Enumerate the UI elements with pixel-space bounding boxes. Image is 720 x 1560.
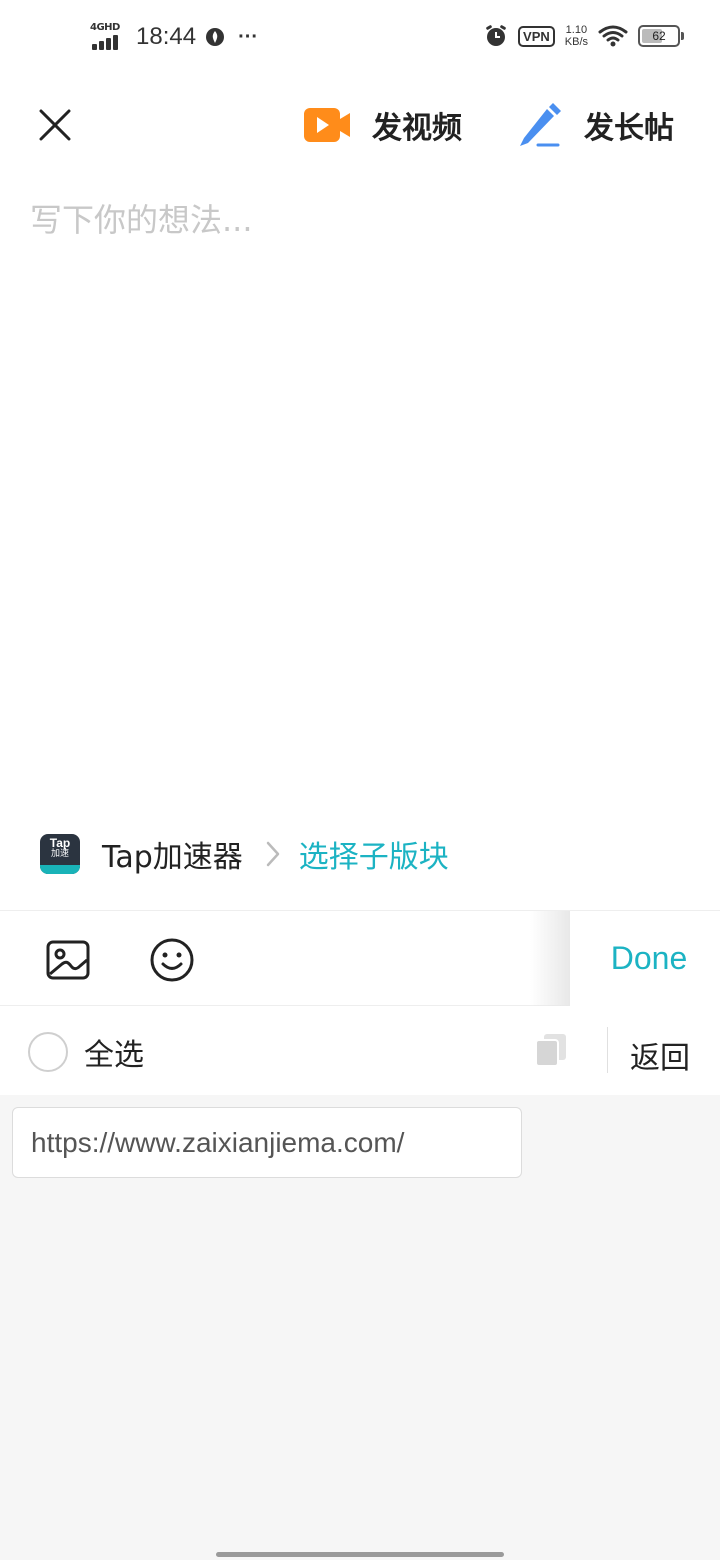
pen-icon	[520, 103, 561, 147]
clipboard-item-text: https://www.zaixianjiema.com/	[31, 1126, 405, 1158]
video-camera-icon	[304, 108, 350, 142]
chevron-right-icon	[266, 841, 280, 867]
divider	[607, 1027, 608, 1073]
post-video-button[interactable]: 发视频	[302, 100, 462, 150]
network-speed: 1.10 KB/s	[565, 24, 588, 48]
long-post-button[interactable]: 发长帖	[514, 100, 674, 150]
insert-emoji-button[interactable]	[148, 936, 196, 984]
select-all-toggle[interactable]: 全选	[28, 1030, 144, 1074]
clipboard-list: https://www.zaixianjiema.com/	[0, 1095, 720, 1560]
select-all-label: 全选	[84, 1038, 144, 1073]
more-indicator: ···	[238, 25, 259, 48]
done-shadow	[530, 911, 570, 1006]
clipboard-item[interactable]: https://www.zaixianjiema.com/	[12, 1107, 522, 1178]
clipboard-header: 全选 返回	[0, 1007, 720, 1095]
status-left: 4GHD 18:44 ···	[90, 22, 258, 52]
alarm-icon	[486, 25, 506, 46]
back-button[interactable]: 返回	[630, 1033, 690, 1077]
forum-selector[interactable]: Tap 加速 Tap加速器 选择子版块	[40, 832, 449, 876]
forum-logo: Tap 加速	[40, 834, 80, 874]
battery-level: 62	[652, 29, 666, 43]
close-icon	[39, 109, 71, 141]
status-bar: 4GHD 18:44 ··· VPN 1.10 KB/s 62	[0, 0, 720, 80]
forum-name: Tap加速器	[102, 840, 243, 875]
emoji-icon	[150, 938, 194, 982]
status-right: VPN 1.10 KB/s 62	[484, 24, 684, 48]
vpn-badge: VPN	[518, 25, 555, 47]
network-type: 4GHD	[90, 22, 120, 33]
close-button[interactable]	[30, 100, 80, 150]
compose-area	[30, 195, 690, 795]
forum-logo-line1: Tap	[49, 836, 71, 850]
speed-value: 1.10	[565, 24, 588, 36]
input-toolbar: Done	[0, 910, 720, 1006]
wifi-icon	[598, 25, 628, 47]
done-button[interactable]: Done	[611, 940, 688, 977]
select-all-radio[interactable]	[28, 1032, 68, 1072]
cell-signal-icon: 4GHD	[90, 22, 128, 52]
forum-logo-line2: 加速	[50, 849, 69, 859]
speed-unit: KB/s	[564, 36, 588, 48]
home-indicator[interactable]	[216, 1552, 504, 1557]
image-icon	[46, 940, 90, 980]
battery-icon: 62	[638, 25, 684, 47]
select-subforum-link[interactable]: 选择子版块	[299, 832, 449, 876]
compose-input[interactable]	[30, 195, 690, 795]
copy-icon[interactable]	[532, 1031, 570, 1069]
long-post-label: 发长帖	[584, 111, 674, 146]
location-flame-icon	[206, 28, 225, 46]
compose-topbar: 发视频 发长帖	[0, 80, 720, 170]
status-time: 18:44	[136, 23, 197, 50]
post-video-label: 发视频	[372, 111, 462, 146]
insert-image-button[interactable]	[44, 936, 92, 984]
done-area: Done	[570, 911, 720, 1006]
